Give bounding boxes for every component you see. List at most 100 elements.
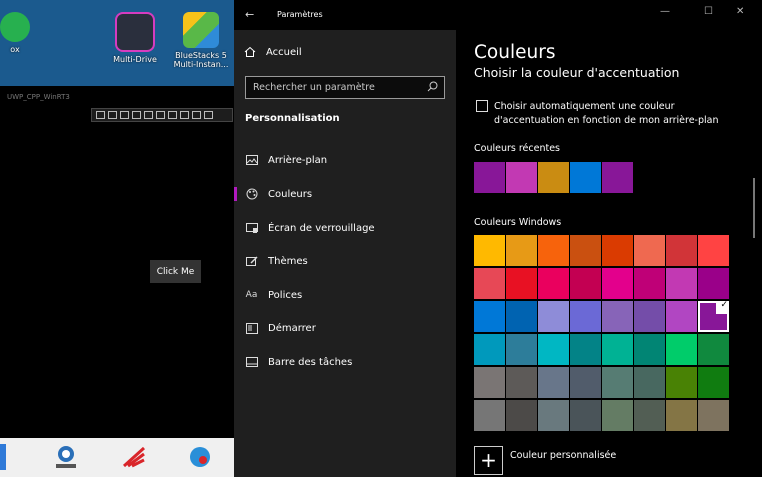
windows-color-swatch[interactable]	[570, 235, 601, 266]
nav-item-arriere-plan[interactable]: Arrière-plan	[234, 147, 456, 173]
recent-color-swatch[interactable]	[474, 162, 505, 193]
windows-color-swatch[interactable]	[634, 334, 665, 365]
search-icon[interactable]	[427, 81, 438, 92]
xaml-debug-toolbar[interactable]	[91, 108, 233, 122]
nav-item-ecran-verrouillage[interactable]: Écran de verrouillage	[234, 215, 456, 241]
windows-color-swatch[interactable]	[506, 400, 537, 431]
windows-color-swatch[interactable]	[666, 268, 697, 299]
windows-color-swatch[interactable]	[634, 301, 665, 332]
nav-item-demarrer[interactable]: Démarrer	[234, 315, 456, 341]
windows-color-swatch[interactable]	[506, 334, 537, 365]
windows-color-swatch[interactable]	[570, 301, 601, 332]
windows-color-swatch[interactable]	[602, 301, 633, 332]
maximize-button[interactable]: ☐	[704, 6, 713, 17]
windows-color-swatch[interactable]	[698, 268, 729, 299]
desktop-icon-multi-drive[interactable]: Multi-Drive	[100, 12, 170, 64]
font-icon: Aa	[245, 290, 258, 300]
checkmark-icon: ✓	[720, 300, 728, 310]
windows-color-swatch[interactable]	[474, 400, 505, 431]
windows-color-swatch[interactable]	[634, 268, 665, 299]
windows-color-swatch[interactable]	[474, 268, 505, 299]
windows-color-swatch[interactable]	[666, 367, 697, 398]
windows-color-swatch[interactable]	[666, 301, 697, 332]
windows-color-swatch[interactable]	[474, 301, 505, 332]
auto-accent-checkbox[interactable]	[476, 100, 488, 112]
scrollbar[interactable]	[753, 178, 755, 238]
windows-color-swatch[interactable]	[538, 301, 569, 332]
desktop-icon-bluestacks[interactable]: BlueStacks 5 Multi-Instan...	[166, 12, 236, 69]
desktop-icon-nox[interactable]: ox	[0, 12, 50, 54]
windows-color-swatch[interactable]	[698, 334, 729, 365]
recent-color-swatch[interactable]	[538, 162, 569, 193]
lock-screen-icon	[245, 222, 258, 235]
settings-search[interactable]	[245, 76, 445, 99]
toolbar-icon[interactable]	[156, 111, 165, 119]
network-icon[interactable]	[54, 444, 78, 470]
windows-color-swatch[interactable]	[538, 268, 569, 299]
windows-color-swatch[interactable]	[634, 400, 665, 431]
browser-icon[interactable]	[188, 444, 212, 470]
toolbar-icon[interactable]	[204, 111, 213, 119]
toolbar-icon[interactable]	[180, 111, 189, 119]
taskbar-app-icon[interactable]	[0, 444, 6, 470]
nav-item-polices[interactable]: Aa Polices	[234, 282, 456, 308]
windows-color-swatch[interactable]	[474, 235, 505, 266]
windows-color-swatch[interactable]	[698, 400, 729, 431]
windows-color-swatch[interactable]	[602, 268, 633, 299]
windows-color-swatch[interactable]	[474, 367, 505, 398]
windows-color-swatch[interactable]	[506, 367, 537, 398]
add-custom-color-button[interactable]: +	[474, 446, 503, 475]
back-arrow-icon[interactable]: ←	[245, 8, 254, 21]
windows-color-swatch[interactable]	[506, 268, 537, 299]
custom-color-label[interactable]: Couleur personnalisée	[510, 450, 616, 461]
windows-color-swatch[interactable]	[698, 367, 729, 398]
nav-home[interactable]: Accueil	[244, 46, 302, 58]
windows-color-swatch[interactable]	[698, 235, 729, 266]
search-input[interactable]	[253, 81, 423, 94]
windows-color-swatch[interactable]	[538, 367, 569, 398]
windows-color-swatch[interactable]: ✓	[698, 300, 729, 332]
recent-color-swatch[interactable]	[506, 162, 537, 193]
close-button[interactable]: ✕	[736, 6, 744, 17]
windows-color-swatch[interactable]	[570, 268, 601, 299]
windows-color-swatch[interactable]	[602, 334, 633, 365]
windows-color-swatch[interactable]	[666, 235, 697, 266]
settings-content: Couleurs Choisir la couleur d'accentuati…	[456, 30, 762, 477]
windows-color-swatch[interactable]	[666, 334, 697, 365]
recent-colors-label: Couleurs récentes	[474, 143, 560, 154]
windows-color-swatch[interactable]	[538, 334, 569, 365]
recent-color-swatch[interactable]	[570, 162, 601, 193]
windows-color-swatch[interactable]	[506, 301, 537, 332]
windows-color-swatch[interactable]	[506, 235, 537, 266]
toolbar-icon[interactable]	[96, 111, 105, 119]
auto-accent-label[interactable]: Choisir automatiquement une couleur d'ac…	[494, 100, 734, 128]
start-icon	[245, 322, 258, 335]
nav-item-themes[interactable]: Thèmes	[234, 248, 456, 274]
nav-item-label: Écran de verrouillage	[268, 222, 375, 234]
nav-item-barre-taches[interactable]: Barre des tâches	[234, 349, 456, 375]
title-bar[interactable]: ← Paramètres — ☐ ✕	[234, 0, 762, 30]
toolbar-icon[interactable]	[120, 111, 129, 119]
chart-app-icon[interactable]	[122, 444, 146, 470]
windows-color-swatch[interactable]	[570, 367, 601, 398]
toolbar-icon[interactable]	[192, 111, 201, 119]
toolbar-icon[interactable]	[132, 111, 141, 119]
toolbar-icon[interactable]	[168, 111, 177, 119]
windows-color-swatch[interactable]	[634, 235, 665, 266]
windows-color-swatch[interactable]	[538, 400, 569, 431]
click-me-button[interactable]: Click Me	[150, 260, 201, 283]
minimize-button[interactable]: —	[660, 6, 670, 17]
toolbar-icon[interactable]	[144, 111, 153, 119]
toolbar-icon[interactable]	[108, 111, 117, 119]
windows-color-swatch[interactable]	[666, 400, 697, 431]
windows-color-swatch[interactable]	[538, 235, 569, 266]
recent-color-swatch[interactable]	[602, 162, 633, 193]
windows-color-swatch[interactable]	[602, 400, 633, 431]
windows-color-swatch[interactable]	[570, 400, 601, 431]
windows-color-swatch[interactable]	[634, 367, 665, 398]
nav-item-couleurs[interactable]: Couleurs	[234, 181, 456, 207]
windows-color-swatch[interactable]	[602, 235, 633, 266]
windows-color-swatch[interactable]	[602, 367, 633, 398]
windows-color-swatch[interactable]	[474, 334, 505, 365]
windows-color-swatch[interactable]	[570, 334, 601, 365]
